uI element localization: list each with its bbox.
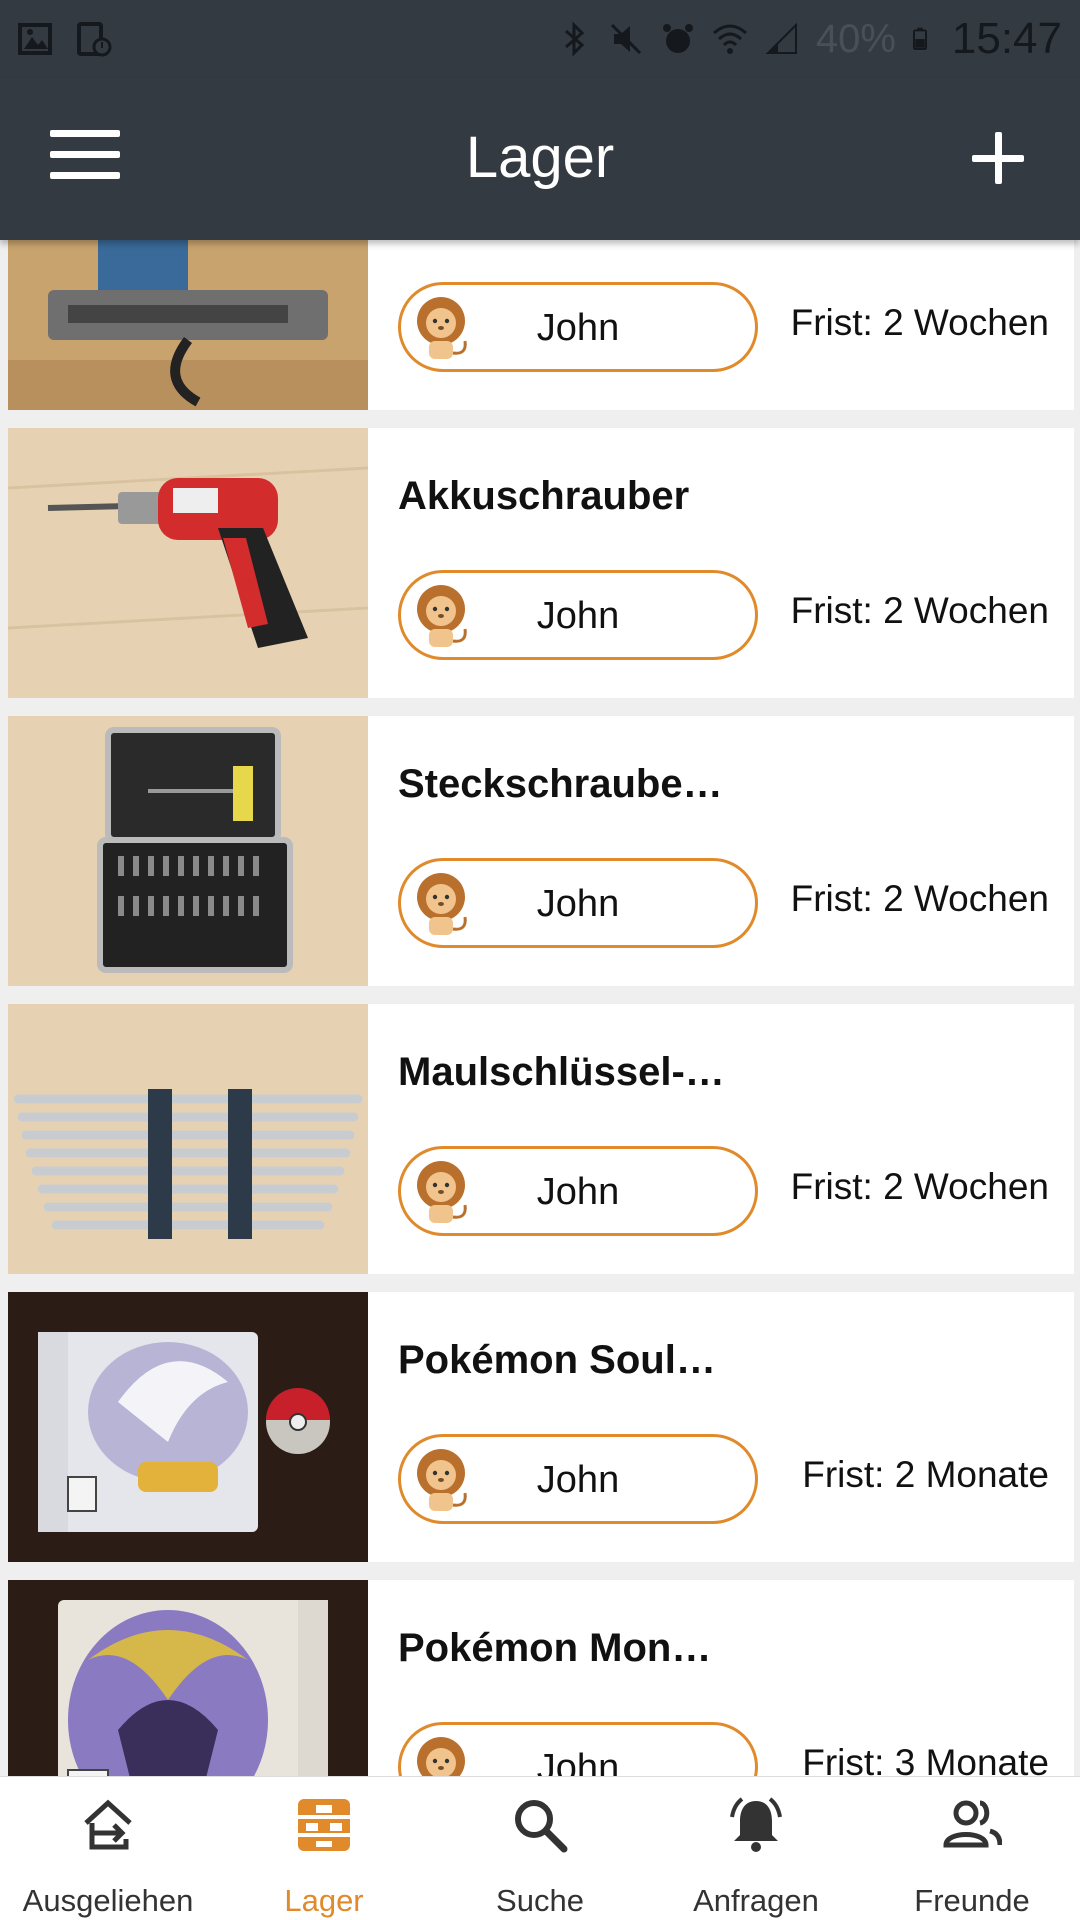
owner-name: John [536,595,620,637]
list-item[interactable]: John Frist: 2 Wochen [8,240,1074,410]
page-title: Lager [465,125,615,190]
jigsaw-photo [8,240,368,410]
item-info: Pokémon Soul… John Frist: 2 Monate [368,1292,1074,1562]
deadline-text: Frist: 2 Wochen [790,302,1049,343]
nav-label: Lager [284,1883,364,1918]
item-title: Maulschlüssel-… [398,1050,725,1094]
deadline-text: Frist: 2 Wochen [790,590,1049,631]
nav-item-anfragen[interactable]: Anfragen [648,1777,864,1920]
pokemon-soulsilver-photo [8,1292,368,1562]
deadline-text: Frist: 2 Wochen [790,1166,1049,1207]
wifi-icon [712,24,747,54]
list-item[interactable]: Steckschraube… John Frist: 2 Wochen [8,716,1074,986]
item-info: John Frist: 2 Wochen [368,240,1074,410]
list-item[interactable]: Pokémon Mon… John Frist: 3 Monate [8,1580,1074,1776]
owner-button[interactable]: John [398,282,758,372]
owner-button[interactable]: John [398,1722,758,1776]
nav-item-ausgeliehen[interactable]: Ausgeliehen [0,1777,216,1920]
bottom-navigation: Ausgeliehen Lager Suche Anfragen Freunde [0,1776,1080,1920]
owner-name: John [536,1459,620,1501]
owner-button[interactable]: John [398,1434,758,1524]
screenshot-icon [77,22,112,57]
list-item[interactable]: Akkuschrauber John Frist: 2 Wochen [8,428,1074,698]
item-info: Pokémon Mon… John Frist: 3 Monate [368,1580,1074,1776]
nav-item-suche[interactable]: Suche [432,1777,648,1920]
owner-button[interactable]: John [398,858,758,948]
owner-name: John [536,1747,620,1776]
bit-set-case-photo [8,716,368,986]
list-item[interactable]: Pokémon Soul… John Frist: 2 Monate [8,1292,1074,1562]
search-icon [515,1800,568,1853]
battery-percent: 40% [815,16,896,61]
item-title: Akkuschrauber [398,474,690,518]
nav-label: Freunde [914,1883,1030,1918]
nav-item-freunde[interactable]: Freunde [864,1777,1080,1920]
app-bar: Lager [0,78,1080,240]
bell-icon [730,1797,782,1852]
owner-name: John [536,307,620,349]
signal-icon [765,22,797,54]
mute-icon [610,23,641,55]
item-info: Akkuschrauber John Frist: 2 Wochen [368,428,1074,698]
wrench-set-photo [8,1004,368,1274]
item-title: Steckschraube… [398,762,723,806]
battery-icon [912,27,927,50]
cordless-screwdriver-photo [8,428,368,698]
deadline-text: Frist: 2 Wochen [790,878,1049,919]
bluetooth-icon [564,21,585,57]
deadline-text: Frist: 3 Monate [802,1742,1049,1776]
nav-label: Suche [496,1883,584,1918]
item-info: Steckschraube… John Frist: 2 Wochen [368,716,1074,986]
pokemon-moon-photo [8,1580,368,1776]
nav-label: Ausgeliehen [22,1883,194,1918]
item-title: Pokémon Mon… [398,1626,712,1670]
list-item[interactable]: Maulschlüssel-… John Frist: 2 Wochen [8,1004,1074,1274]
clock: 15:47 [951,14,1062,63]
deadline-text: Frist: 2 Monate [802,1454,1049,1495]
item-title: Pokémon Soul… [398,1338,716,1382]
owner-button[interactable]: John [398,1146,758,1236]
item-info: Maulschlüssel-… John Frist: 2 Wochen [368,1004,1074,1274]
item-list[interactable]: John Frist: 2 Wochen Akkuschrauber John … [0,240,1080,1776]
gallery-icon [18,23,52,55]
storage-icon [298,1799,350,1851]
owner-name: John [536,1171,620,1213]
alarm-icon [662,24,693,53]
owner-button[interactable]: John [398,570,758,660]
nav-label: Anfragen [693,1883,819,1918]
nav-item-lager[interactable]: Lager [216,1777,432,1920]
borrowed-icon [84,1799,132,1850]
plus-icon[interactable] [966,126,1030,190]
status-bar: 40% 15:47 [0,0,1080,78]
owner-name: John [536,883,620,925]
friends-icon [943,1800,1002,1848]
